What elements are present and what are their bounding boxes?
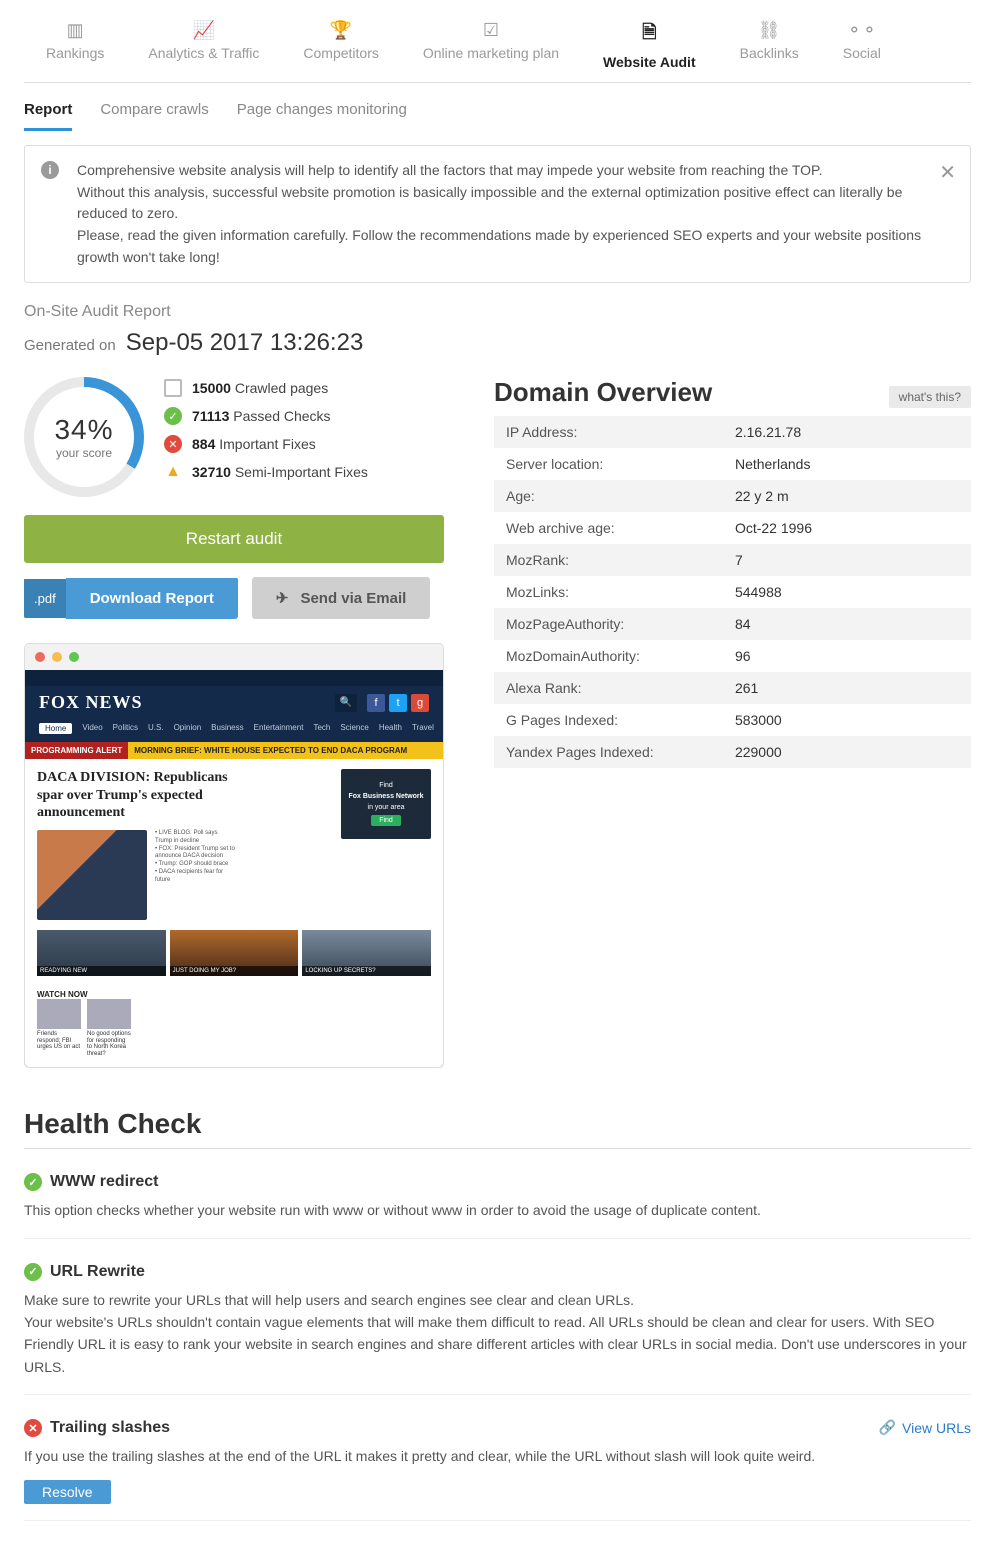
section-label: On-Site Audit Report — [24, 303, 971, 321]
alert-text-2: Without this analysis, successful websit… — [77, 182, 926, 225]
top-nav: ▥ Rankings 📈 Analytics & Traffic 🏆 Competit… — [24, 10, 971, 83]
generated-row: Generated on Sep-05 2017 13:26:23 — [24, 329, 971, 357]
preview-brand: FOX NEWS — [39, 692, 143, 713]
nav-label: Social — [843, 45, 881, 61]
file-search-icon: 🗎 — [603, 20, 696, 50]
sub-nav: Report Compare crawls Page changes monit… — [24, 93, 971, 131]
nav-label: Analytics & Traffic — [148, 45, 259, 61]
trend-icon: 📈 — [148, 20, 259, 41]
table-row: Alexa Rank:261 — [494, 672, 971, 704]
window-max-icon — [69, 652, 79, 662]
twitter-icon: t — [389, 694, 407, 712]
preview-photo — [37, 830, 147, 920]
nav-label: Rankings — [46, 45, 104, 61]
health-desc: Make sure to rewrite your URLs that will… — [24, 1289, 971, 1379]
nav-social[interactable]: ⚬⚬ Social — [821, 10, 903, 82]
tab-page-changes[interactable]: Page changes monitoring — [237, 93, 407, 131]
domain-overview-title: Domain Overview — [494, 377, 712, 408]
gplus-icon: g — [411, 694, 429, 712]
health-check-title: Health Check — [24, 1108, 971, 1149]
table-row: IP Address:2.16.21.78 — [494, 416, 971, 448]
check-icon: ✓ — [24, 1263, 42, 1281]
preview-headline: DACA DIVISION: Republicans spar over Tru… — [37, 769, 237, 822]
nav-rankings[interactable]: ▥ Rankings — [24, 10, 126, 82]
table-row: G Pages Indexed:583000 — [494, 704, 971, 736]
table-row: MozDomainAuthority:96 — [494, 640, 971, 672]
nav-label: Backlinks — [740, 45, 799, 61]
nav-analytics[interactable]: 📈 Analytics & Traffic — [126, 10, 281, 82]
preview-alert-msg: MORNING BRIEF: WHITE HOUSE EXPECTED TO E… — [128, 742, 443, 759]
paper-plane-icon: ✈ — [276, 589, 289, 607]
checklist-icon: ☑ — [423, 20, 559, 41]
download-report-button[interactable]: .pdf Download Report — [24, 577, 238, 619]
score-sub: your score — [56, 446, 112, 460]
browser-bar — [25, 644, 443, 670]
warning-icon: ▲ — [164, 463, 182, 481]
score-value: 34% — [54, 414, 113, 446]
generated-date: Sep-05 2017 13:26:23 — [126, 329, 364, 357]
close-icon[interactable]: ✕ — [939, 158, 956, 189]
table-row: Web archive age:Oct-22 1996 — [494, 512, 971, 544]
health-desc: If you use the trailing slashes at the e… — [24, 1445, 971, 1467]
health-item-url-rewrite: ✓URL Rewrite Make sure to rewrite your U… — [24, 1263, 971, 1396]
nav-label: Online marketing plan — [423, 45, 559, 61]
stat-crawled: 15000 Crawled pages — [164, 379, 368, 397]
email-label: Send via Email — [300, 590, 406, 607]
alert-text-1: Comprehensive website analysis will help… — [77, 160, 926, 182]
resolve-button[interactable]: Resolve — [24, 1480, 111, 1504]
generated-label: Generated on — [24, 337, 116, 354]
preview-alert-tag: PROGRAMMING ALERT — [25, 742, 128, 759]
whats-this-button[interactable]: what's this? — [889, 386, 971, 408]
table-row: MozPageAuthority:84 — [494, 608, 971, 640]
health-desc: This option checks whether your website … — [24, 1199, 971, 1221]
table-row: Yandex Pages Indexed:229000 — [494, 736, 971, 768]
view-urls-link[interactable]: 🔗View URLs — [879, 1419, 971, 1436]
window-min-icon — [52, 652, 62, 662]
health-item-trailing-slashes: ✕Trailing slashes 🔗View URLs If you use … — [24, 1419, 971, 1520]
preview-menu: HomeVideoPoliticsU.S.OpinionBusinessEnte… — [25, 719, 443, 742]
link-icon: 🔗 — [879, 1419, 896, 1436]
preview-sidebox: Find Fox Business Network in your area F… — [341, 769, 431, 839]
stat-semi: ▲32710 Semi-Important Fixes — [164, 463, 368, 481]
facebook-icon: f — [367, 694, 385, 712]
preview-watch-now: WATCH NOW — [25, 986, 443, 999]
window-close-icon — [35, 652, 45, 662]
link-chain-icon: ⛓ — [740, 20, 799, 41]
stat-passed: ✓71113 Passed Checks — [164, 407, 368, 425]
nav-marketing-plan[interactable]: ☑ Online marketing plan — [401, 10, 581, 82]
table-row: MozRank:7 — [494, 544, 971, 576]
pdf-chip: .pdf — [24, 579, 66, 618]
page-icon — [164, 379, 182, 397]
nav-backlinks[interactable]: ⛓ Backlinks — [718, 10, 821, 82]
nav-website-audit[interactable]: 🗎 Website Audit — [581, 10, 718, 82]
tab-compare-crawls[interactable]: Compare crawls — [100, 93, 208, 131]
share-icon: ⚬⚬ — [843, 20, 881, 41]
score-gauge: 34% your score — [24, 377, 144, 497]
alert-text-3: Please, read the given information caref… — [77, 225, 926, 268]
table-row: Server location:Netherlands — [494, 448, 971, 480]
info-alert: i ✕ Comprehensive website analysis will … — [24, 145, 971, 283]
error-icon: ✕ — [24, 1419, 42, 1437]
table-row: MozLinks:544988 — [494, 576, 971, 608]
download-label: Download Report — [66, 578, 238, 619]
check-icon: ✓ — [24, 1173, 42, 1191]
domain-table: IP Address:2.16.21.78 Server location:Ne… — [494, 416, 971, 768]
check-icon: ✓ — [164, 407, 182, 425]
health-item-www-redirect: ✓WWW redirect This option checks whether… — [24, 1173, 971, 1238]
tab-report[interactable]: Report — [24, 93, 72, 131]
send-email-button[interactable]: ✈ Send via Email — [252, 577, 430, 619]
trophy-icon: 🏆 — [303, 20, 378, 41]
site-preview: FOX NEWS 🔍 f t g HomeVideoPoliticsU.S.Op… — [24, 643, 444, 1068]
nav-label: Website Audit — [603, 54, 696, 70]
bar-chart-icon: ▥ — [46, 20, 104, 41]
restart-audit-button[interactable]: Restart audit — [24, 515, 444, 563]
search-icon: 🔍 — [335, 694, 357, 712]
table-row: Age:22 y 2 m — [494, 480, 971, 512]
nav-competitors[interactable]: 🏆 Competitors — [281, 10, 400, 82]
error-icon: ✕ — [164, 435, 182, 453]
info-icon: i — [41, 161, 59, 179]
stat-important: ✕884 Important Fixes — [164, 435, 368, 453]
nav-label: Competitors — [303, 45, 378, 61]
